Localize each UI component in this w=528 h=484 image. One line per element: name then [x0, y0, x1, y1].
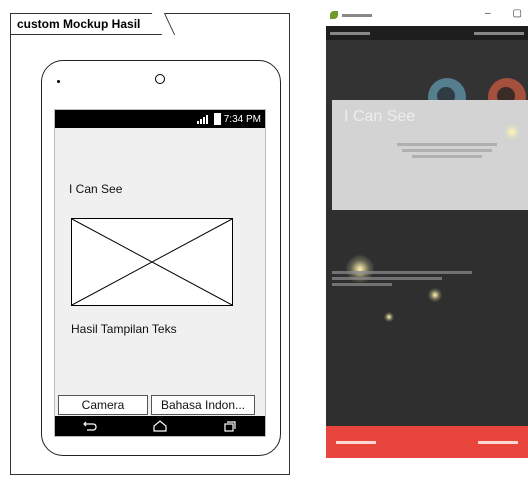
- back-icon[interactable]: [82, 419, 98, 433]
- recents-icon[interactable]: [222, 419, 238, 433]
- screenshot-language-button: [478, 440, 518, 444]
- light-flare: [428, 288, 442, 302]
- battery-icon: [213, 113, 221, 125]
- frame-label: custom Mockup Hasil: [11, 14, 164, 35]
- screenshot-title: I Can See: [344, 108, 416, 125]
- language-button[interactable]: Bahasa Indon...: [151, 395, 255, 415]
- phone-screen: 7:34 PM I Can See Hasil Tampilan Teks Ca…: [54, 109, 266, 437]
- status-bar: 7:34 PM: [55, 110, 265, 128]
- maximize-icon: ▢: [512, 8, 522, 19]
- screenshot-app-area: I Can See: [326, 40, 528, 426]
- screenshot-button-bar: [326, 426, 528, 458]
- screenshot-window-bar: – ▢: [326, 4, 528, 26]
- minimize-icon: –: [484, 8, 491, 19]
- phone-outline: 7:34 PM I Can See Hasil Tampilan Teks Ca…: [41, 60, 281, 456]
- camera-button[interactable]: Camera: [58, 395, 148, 415]
- screenshot-result-text: [332, 268, 482, 289]
- home-icon[interactable]: [152, 419, 168, 433]
- mockup-frame: custom Mockup Hasil 7:34 PM I Can See Ha…: [10, 13, 290, 475]
- status-time: 7:34 PM: [223, 113, 261, 125]
- app-title: I Can See: [69, 182, 123, 196]
- phone-camera-icon: [155, 74, 165, 84]
- screenshot-card-text: [392, 140, 502, 161]
- phone-sensor: [57, 80, 60, 83]
- screenshot-nav-bar: [326, 458, 528, 462]
- image-placeholder-icon: [71, 218, 233, 306]
- screenshot-camera-button: [336, 440, 376, 444]
- result-text: Hasil Tampilan Teks: [71, 322, 177, 336]
- app-screenshot: – ▢ I Can See: [326, 4, 528, 462]
- app-leaf-icon: [330, 11, 338, 19]
- light-flare: [384, 312, 394, 322]
- image-placeholder: [71, 218, 233, 306]
- light-flare: [504, 124, 520, 140]
- screenshot-status-bar: [326, 26, 528, 40]
- signal-icon: [196, 114, 211, 124]
- nav-bar: [55, 416, 265, 436]
- screenshot-card: I Can See: [332, 100, 528, 210]
